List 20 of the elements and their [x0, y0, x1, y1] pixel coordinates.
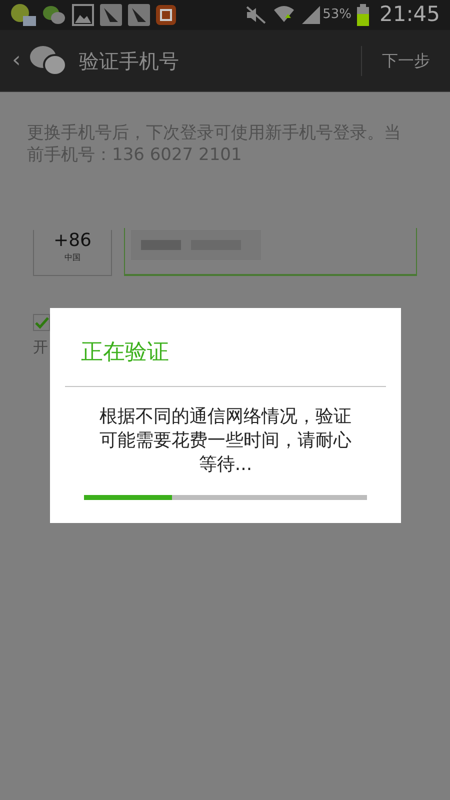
- country-code-selector[interactable]: +86 中国: [33, 230, 112, 276]
- chat-bubbles-icon: [28, 44, 67, 76]
- battery-icon: [357, 4, 370, 26]
- back-button[interactable]: ‹: [0, 44, 29, 77]
- signal-icon: [300, 5, 321, 25]
- mute-icon: [244, 6, 267, 24]
- hint-text: 开: [33, 337, 48, 358]
- dialog-message: 根据不同的通信网络情况，验证可能需要花费一些时间，请耐心等待...: [98, 405, 352, 477]
- dialog-title: 正在验证: [81, 339, 170, 367]
- battery-percent: 53%: [322, 6, 352, 24]
- clock: 21:45: [379, 1, 440, 28]
- app-icon: [100, 4, 122, 26]
- app-icon: [128, 4, 150, 26]
- phone-number-field[interactable]: [124, 228, 417, 276]
- next-step-button[interactable]: 下一步: [362, 30, 450, 91]
- search-by-phone-checkbox[interactable]: [33, 314, 50, 331]
- chat-bubbles-icon: [42, 4, 66, 26]
- app-icon: [156, 5, 176, 25]
- image-icon: [72, 4, 94, 26]
- screen-title: 验证手机号: [78, 48, 180, 74]
